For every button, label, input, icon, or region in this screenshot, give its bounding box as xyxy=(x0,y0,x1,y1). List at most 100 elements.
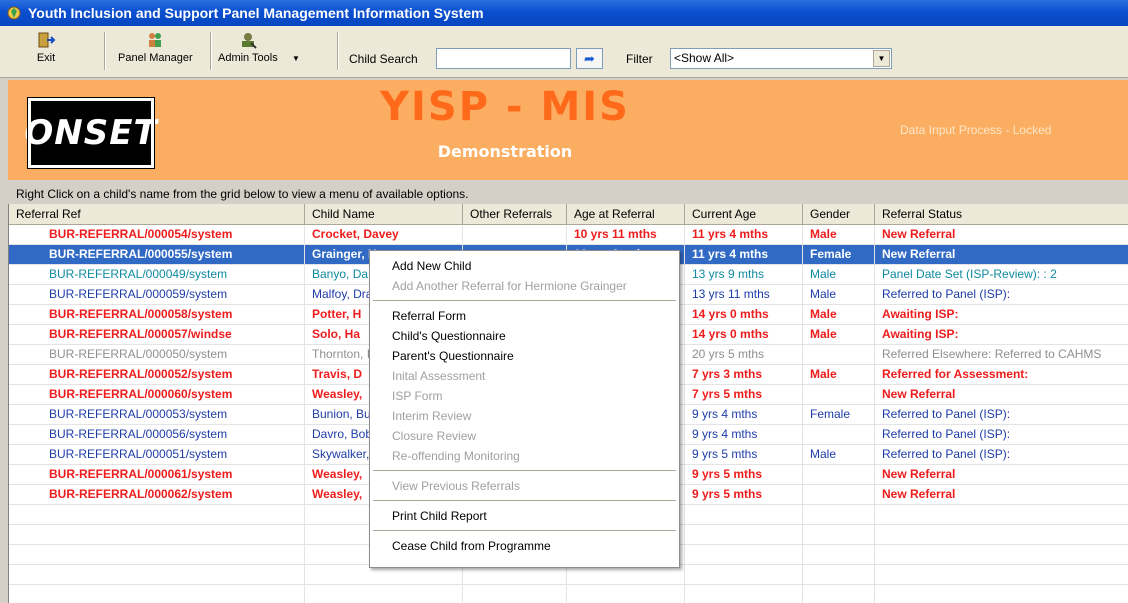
table-cell[interactable] xyxy=(685,525,803,545)
table-cell[interactable] xyxy=(875,545,1128,565)
table-cell[interactable]: New Referral xyxy=(875,225,1128,245)
table-cell[interactable]: 9 yrs 5 mths xyxy=(685,465,803,485)
column-header[interactable]: Age at Referral xyxy=(567,204,685,225)
table-cell[interactable]: BUR-REFERRAL/000053/system xyxy=(9,405,305,425)
child-search-input[interactable] xyxy=(436,48,571,69)
table-cell[interactable] xyxy=(803,345,875,365)
menu-item[interactable]: Referral Form xyxy=(370,306,679,326)
table-cell[interactable]: BUR-REFERRAL/000057/windse xyxy=(9,325,305,345)
table-cell[interactable]: 9 yrs 5 mths xyxy=(685,445,803,465)
table-cell[interactable]: Crocket, Davey xyxy=(305,225,463,245)
table-row[interactable] xyxy=(9,565,1128,585)
column-header[interactable]: Child Name xyxy=(305,204,463,225)
table-cell[interactable]: BUR-REFERRAL/000062/system xyxy=(9,485,305,505)
menu-item[interactable]: Add New Child xyxy=(370,256,679,276)
exit-button[interactable]: Exit xyxy=(36,30,56,74)
search-go-button[interactable]: ➦ xyxy=(576,48,603,69)
table-cell[interactable]: BUR-REFERRAL/000061/system xyxy=(9,465,305,485)
table-cell[interactable] xyxy=(305,565,463,585)
table-cell[interactable]: 20 yrs 5 mths xyxy=(685,345,803,365)
table-cell[interactable]: Referred for Assessment: xyxy=(875,365,1128,385)
table-cell[interactable]: 7 yrs 3 mths xyxy=(685,365,803,385)
table-cell[interactable]: 14 yrs 0 mths xyxy=(685,305,803,325)
table-cell[interactable] xyxy=(803,385,875,405)
table-cell[interactable]: Male xyxy=(803,365,875,385)
column-header[interactable]: Gender xyxy=(803,204,875,225)
table-cell[interactable]: Awaiting ISP: xyxy=(875,305,1128,325)
table-cell[interactable]: 11 yrs 4 mths xyxy=(685,225,803,245)
table-cell[interactable]: 13 yrs 9 mths xyxy=(685,265,803,285)
table-cell[interactable]: 10 yrs 11 mths xyxy=(567,225,685,245)
table-cell[interactable]: Male xyxy=(803,225,875,245)
column-header[interactable]: Other Referrals xyxy=(463,204,567,225)
table-cell[interactable]: Referred to Panel (ISP): xyxy=(875,405,1128,425)
table-cell[interactable]: BUR-REFERRAL/000055/system xyxy=(9,245,305,265)
table-cell[interactable]: Awaiting ISP: xyxy=(875,325,1128,345)
table-cell[interactable] xyxy=(803,525,875,545)
table-cell[interactable]: Panel Date Set (ISP-Review): : 2 xyxy=(875,265,1128,285)
table-cell[interactable] xyxy=(875,525,1128,545)
table-cell[interactable]: 13 yrs 11 mths xyxy=(685,285,803,305)
table-cell[interactable] xyxy=(9,565,305,585)
table-cell[interactable] xyxy=(803,505,875,525)
table-cell[interactable]: 7 yrs 5 mths xyxy=(685,385,803,405)
table-cell[interactable] xyxy=(803,485,875,505)
menu-item[interactable]: Print Child Report xyxy=(370,506,679,526)
table-cell[interactable]: Referred to Panel (ISP): xyxy=(875,445,1128,465)
table-cell[interactable]: Referred to Panel (ISP): xyxy=(875,425,1128,445)
table-cell[interactable]: Male xyxy=(803,305,875,325)
table-cell[interactable] xyxy=(463,585,567,603)
table-cell[interactable] xyxy=(9,545,305,565)
table-cell[interactable]: Female xyxy=(803,245,875,265)
table-cell[interactable] xyxy=(9,525,305,545)
table-cell[interactable]: 9 yrs 4 mths xyxy=(685,425,803,445)
table-cell[interactable] xyxy=(803,425,875,445)
table-cell[interactable] xyxy=(685,585,803,603)
filter-select[interactable]: <Show All> ▼ xyxy=(670,48,892,69)
column-header[interactable]: Referral Ref xyxy=(9,204,305,225)
table-cell[interactable]: 14 yrs 0 mths xyxy=(685,325,803,345)
table-cell[interactable]: Male xyxy=(803,445,875,465)
table-cell[interactable]: 9 yrs 5 mths xyxy=(685,485,803,505)
menu-item[interactable]: Parent's Questionnaire xyxy=(370,346,679,366)
menu-item[interactable]: Cease Child from Programme xyxy=(370,536,679,556)
table-cell[interactable]: Female xyxy=(803,405,875,425)
table-cell[interactable]: New Referral xyxy=(875,385,1128,405)
table-cell[interactable]: Male xyxy=(803,325,875,345)
table-cell[interactable]: BUR-REFERRAL/000050/system xyxy=(9,345,305,365)
table-cell[interactable]: BUR-REFERRAL/000052/system xyxy=(9,365,305,385)
table-cell[interactable] xyxy=(685,545,803,565)
table-cell[interactable] xyxy=(305,585,463,603)
table-cell[interactable] xyxy=(567,565,685,585)
table-row[interactable]: BUR-REFERRAL/000054/system Crocket, Davey… xyxy=(9,225,1128,245)
table-cell[interactable] xyxy=(803,545,875,565)
menu-item[interactable]: Child's Questionnaire xyxy=(370,326,679,346)
table-cell[interactable]: New Referral xyxy=(875,485,1128,505)
table-cell[interactable] xyxy=(685,505,803,525)
admin-tools-button[interactable]: Admin Tools xyxy=(218,30,278,74)
table-cell[interactable]: Referred Elsewhere: Referred to CAHMS xyxy=(875,345,1128,365)
admin-tools-dropdown-icon[interactable]: ▼ xyxy=(292,54,300,63)
table-cell[interactable] xyxy=(803,465,875,485)
column-header[interactable]: Referral Status xyxy=(875,204,1128,225)
table-cell[interactable]: BUR-REFERRAL/000054/system xyxy=(9,225,305,245)
table-cell[interactable]: New Referral xyxy=(875,465,1128,485)
chevron-down-icon[interactable]: ▼ xyxy=(873,50,890,67)
table-cell[interactable] xyxy=(875,505,1128,525)
table-cell[interactable]: BUR-REFERRAL/000059/system xyxy=(9,285,305,305)
table-cell[interactable] xyxy=(803,585,875,603)
table-cell[interactable]: New Referral xyxy=(875,245,1128,265)
table-cell[interactable] xyxy=(9,585,305,603)
panel-manager-button[interactable]: Panel Manager xyxy=(118,30,193,74)
table-cell[interactable] xyxy=(875,585,1128,603)
table-cell[interactable]: BUR-REFERRAL/000058/system xyxy=(9,305,305,325)
table-cell[interactable] xyxy=(463,225,567,245)
table-cell[interactable]: BUR-REFERRAL/000049/system xyxy=(9,265,305,285)
table-cell[interactable]: BUR-REFERRAL/000060/system xyxy=(9,385,305,405)
table-cell[interactable]: 9 yrs 4 mths xyxy=(685,405,803,425)
table-cell[interactable] xyxy=(9,505,305,525)
table-cell[interactable]: BUR-REFERRAL/000051/system xyxy=(9,445,305,465)
table-cell[interactable] xyxy=(567,585,685,603)
table-cell[interactable] xyxy=(875,565,1128,585)
table-cell[interactable] xyxy=(463,565,567,585)
